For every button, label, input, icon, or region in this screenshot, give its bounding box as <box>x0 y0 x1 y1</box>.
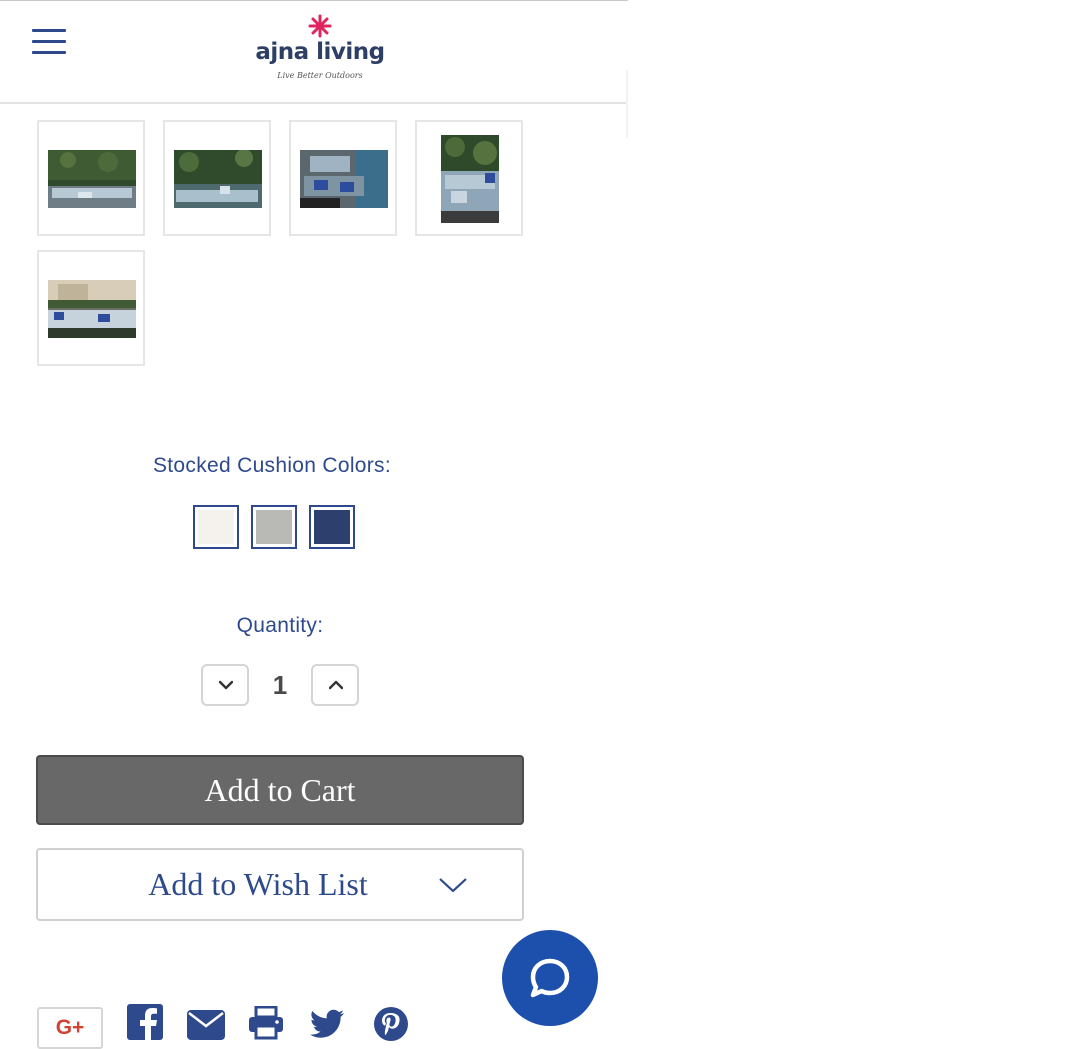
email-icon[interactable] <box>187 1010 225 1040</box>
logo-tagline: Live Better Outdoors <box>277 71 363 80</box>
logo-wordmark: ajna living <box>255 39 385 65</box>
chat-button[interactable] <box>502 930 598 1026</box>
hamburger-menu-icon[interactable] <box>30 26 68 58</box>
site-logo[interactable]: ajna living Live Better Outdoors <box>255 11 385 87</box>
quantity-decrease-button[interactable] <box>201 664 249 706</box>
facebook-icon[interactable] <box>127 1004 163 1040</box>
chat-bubble-icon <box>530 958 570 998</box>
google-plus-share-button[interactable]: G+ <box>37 1007 103 1049</box>
thumbnail-image <box>48 150 136 208</box>
gallery-thumbnail[interactable] <box>289 120 397 236</box>
thumbnail-image <box>300 150 388 208</box>
cushion-colors-label: Stocked Cushion Colors: <box>152 454 391 477</box>
swatch-navy[interactable] <box>309 505 355 549</box>
swatch-white[interactable] <box>193 505 239 549</box>
swatch-fill <box>314 510 350 544</box>
chevron-down-icon <box>219 680 233 690</box>
add-to-wishlist-button[interactable]: Add to Wish List <box>36 848 524 921</box>
gallery-thumbnail[interactable] <box>37 250 145 366</box>
thumbnail-image <box>48 280 136 338</box>
chevron-up-icon <box>329 680 343 690</box>
chevron-down-icon[interactable] <box>438 876 468 894</box>
swatch-fill <box>256 510 292 544</box>
google-plus-label: G+ <box>55 1016 85 1039</box>
wishlist-label: Add to Wish List <box>148 866 368 902</box>
twitter-icon[interactable] <box>309 1009 345 1039</box>
logo-flower-icon <box>308 14 332 38</box>
pinterest-icon[interactable] <box>373 1006 409 1042</box>
quantity-label: Quantity: <box>236 614 324 637</box>
quantity-increase-button[interactable] <box>311 664 359 706</box>
swatch-gray[interactable] <box>251 505 297 549</box>
site-header: ajna living Live Better Outdoors <box>0 0 628 104</box>
thumbnail-image <box>441 135 499 223</box>
quantity-input[interactable]: 1 <box>256 670 304 701</box>
mobile-viewport: ajna living Live Better Outdoors Stocked… <box>0 0 628 1049</box>
print-icon[interactable] <box>248 1006 284 1040</box>
scroll-edge <box>626 70 628 138</box>
thumbnail-image <box>174 150 262 208</box>
gallery-thumbnail[interactable] <box>163 120 271 236</box>
swatch-fill <box>198 510 234 544</box>
gallery-thumbnail[interactable] <box>37 120 145 236</box>
gallery-thumbnail[interactable] <box>415 120 523 236</box>
add-to-cart-button[interactable]: Add to Cart <box>36 755 524 825</box>
